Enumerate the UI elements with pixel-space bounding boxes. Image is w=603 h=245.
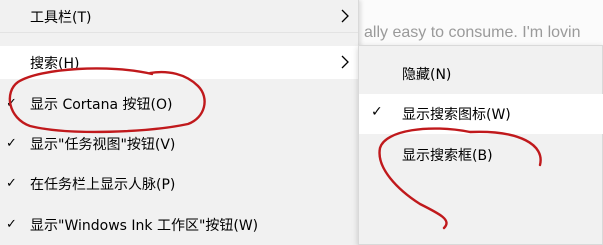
menu-item-label: 显示"Windows Ink 工作区"按钮(W) bbox=[30, 217, 259, 234]
menu-item-show-people[interactable]: ✓ 在任务栏上显示人脉(P) bbox=[0, 167, 358, 200]
menu-item-show-windows-ink[interactable]: ✓ 显示"Windows Ink 工作区"按钮(W) bbox=[0, 208, 358, 241]
submenu-item-hidden[interactable]: 隐藏(N) bbox=[359, 54, 603, 94]
check-icon: ✓ bbox=[6, 175, 17, 191]
search-submenu: 隐藏(N) ✓ 显示搜索图标(W) 显示搜索框(B) bbox=[358, 45, 603, 245]
check-icon: ✓ bbox=[6, 216, 17, 232]
submenu-item-label: 显示搜索框(B) bbox=[402, 148, 493, 164]
menu-item-label: 在任务栏上显示人脉(P) bbox=[30, 176, 176, 193]
menu-item-show-cortana[interactable]: ✓ 显示 Cortana 按钮(O) bbox=[0, 87, 358, 120]
submenu-item-show-search-icon[interactable]: ✓ 显示搜索图标(W) bbox=[359, 94, 603, 134]
submenu-item-label: 隐藏(N) bbox=[402, 67, 452, 83]
menu-item-label: 显示 Cortana 按钮(O) bbox=[30, 96, 173, 113]
menu-item-label: 显示"任务视图"按钮(V) bbox=[30, 136, 176, 153]
check-icon: ✓ bbox=[6, 95, 17, 111]
menu-item-search[interactable]: 搜索(H) bbox=[0, 46, 358, 79]
menu-item-toolbars[interactable]: 工具栏(T) bbox=[0, 0, 358, 33]
check-icon: ✓ bbox=[371, 104, 383, 120]
menu-divider bbox=[0, 32, 358, 33]
screen: ally easy to consume. I'm lovin 工具栏(T) 搜… bbox=[0, 0, 603, 245]
taskbar-context-menu: 工具栏(T) 搜索(H) ✓ 显示 Cortana 按钮(O) ✓ 显示"任务视… bbox=[0, 0, 359, 245]
chevron-right-icon bbox=[341, 55, 349, 69]
submenu-item-show-search-box[interactable]: 显示搜索框(B) bbox=[359, 135, 603, 175]
menu-item-show-task-view[interactable]: ✓ 显示"任务视图"按钮(V) bbox=[0, 127, 358, 160]
chevron-right-icon bbox=[341, 9, 349, 23]
menu-item-label: 搜索(H) bbox=[30, 55, 80, 72]
menu-item-label: 工具栏(T) bbox=[30, 9, 92, 26]
check-icon: ✓ bbox=[6, 135, 17, 151]
submenu-item-label: 显示搜索图标(W) bbox=[402, 107, 511, 123]
background-document-text: ally easy to consume. I'm lovin bbox=[364, 24, 581, 41]
